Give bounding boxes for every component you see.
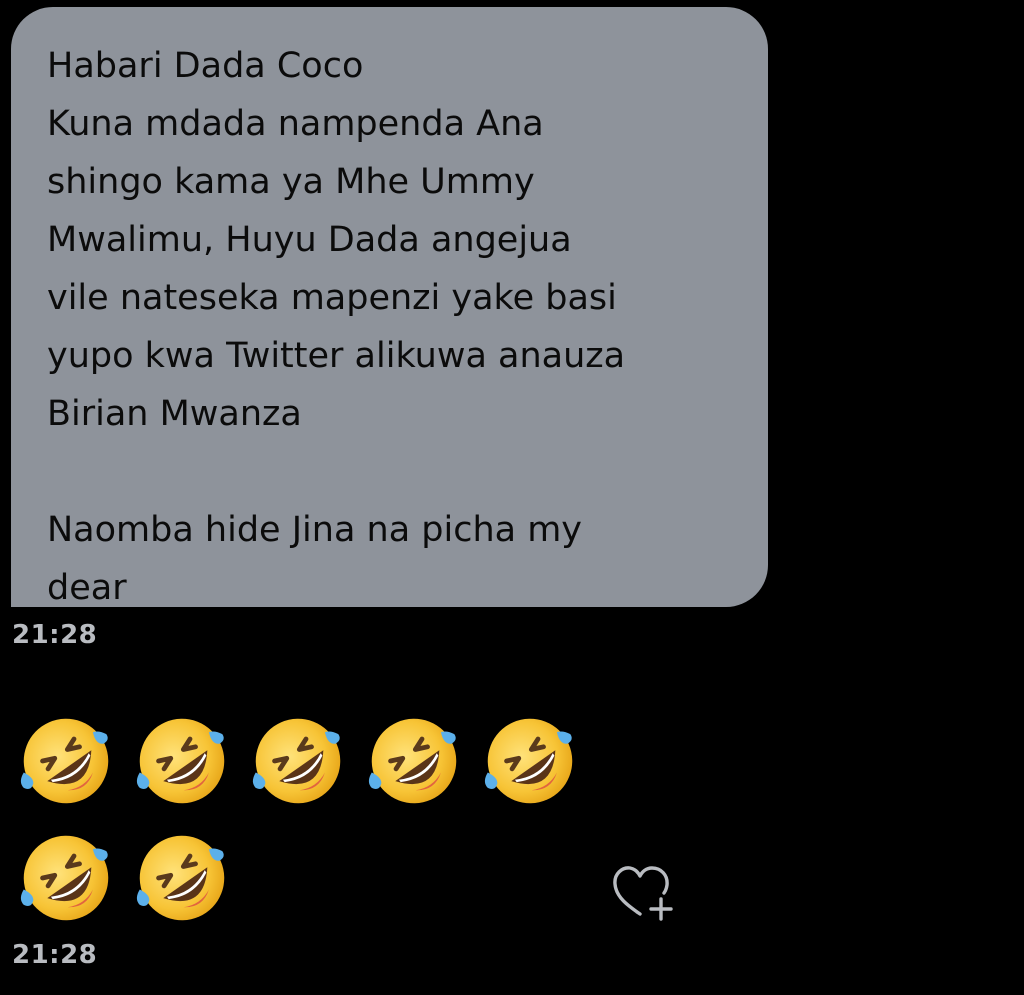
- rofl-emoji-icon: [484, 718, 573, 804]
- message-line: Habari Dada Coco: [47, 46, 364, 86]
- message-line: Kuna mdada nampenda Ana: [47, 104, 544, 144]
- heart-plus-icon: [613, 866, 673, 921]
- message-line: dear: [47, 568, 127, 608]
- chat-view: Habari Dada Coco Kuna mdada nampenda Ana…: [0, 0, 1024, 995]
- add-reaction-button[interactable]: [610, 862, 680, 924]
- received-message-bubble[interactable]: Habari Dada Coco Kuna mdada nampenda Ana…: [11, 7, 768, 608]
- rofl-emoji-icon: [136, 718, 225, 804]
- rofl-emoji-icon: [252, 718, 341, 804]
- emoji-message-row[interactable]: [18, 713, 578, 809]
- message-line: vile nateseka mapenzi yake basi: [47, 278, 617, 318]
- message-line: Naomba hide Jina na picha my: [47, 510, 583, 550]
- message-line: shingo kama ya Mhe Ummy: [47, 162, 535, 202]
- emoji-message-row[interactable]: [18, 830, 230, 926]
- message-line-blank: [47, 443, 748, 501]
- rofl-emoji-icon: [136, 835, 225, 921]
- rofl-emoji-icon: [20, 835, 109, 921]
- message-timestamp: 21:28: [12, 620, 98, 650]
- rofl-emoji-icon: [368, 718, 457, 804]
- message-line: Mwalimu, Huyu Dada angejua: [47, 220, 572, 260]
- rofl-emoji-icon: [20, 718, 109, 804]
- message-line: Birian Mwanza: [47, 394, 302, 434]
- emoji-message-timestamp: 21:28: [12, 940, 98, 970]
- message-line: yupo kwa Twitter alikuwa anauza: [47, 336, 626, 376]
